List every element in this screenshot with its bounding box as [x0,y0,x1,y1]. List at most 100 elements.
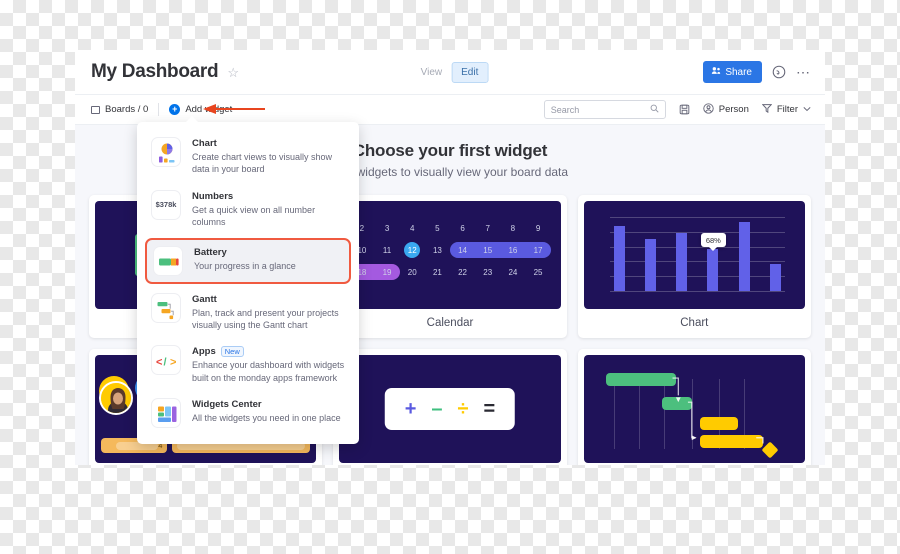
menu-item-widgets-center[interactable]: Widgets Center All the widgets you need … [137,391,359,435]
chart-bar [613,225,625,291]
calendar-day: 11 [382,245,392,255]
menu-item-desc: Your progress in a glance [194,260,296,271]
menu-text-group: Apps New Enhance your dashboard with wid… [192,345,345,384]
calendar-day: 23 [483,267,493,277]
svg-text:/: / [164,357,167,369]
menu-item-title: Widgets Center [192,399,341,410]
filter-funnel-icon [761,103,773,116]
avatar [99,381,133,415]
menu-text-group: Chart Create chart views to visually sho… [192,137,345,176]
share-button[interactable]: Share [703,61,762,83]
numbers-icon-text: $378k [155,200,177,210]
add-widget-dropdown[interactable]: Chart Create chart views to visually sho… [137,115,359,445]
widget-card-label: Chart [680,317,709,329]
header-actions: Share ⋯ [703,61,811,83]
chart-tooltip: 68% [700,233,726,248]
share-label: Share [725,66,752,78]
widget-card-chart[interactable]: 68% Chart [577,195,811,338]
widgets-center-icon [151,398,181,429]
add-widget-label: Add widget [185,104,233,115]
chat-bubble-icon[interactable] [772,65,786,79]
calendar-day: 20 [407,267,417,277]
calendar-preview: 2 3 4 5 6 7 8 9 10 11 12 13 14 15 16 17 … [339,201,561,309]
filter-button[interactable]: Filter [761,103,811,116]
calendar-day-highlighted: 12 [400,242,425,258]
page-title: My Dashboard [91,61,219,82]
menu-text-group: Widgets Center All the widgets you need … [192,398,341,424]
toolbar-divider [158,103,160,116]
widget-card-label: Workload [89,463,322,465]
widget-card-label: Calendar [426,317,474,329]
calendar-day: 6 [460,223,465,233]
menu-item-title: Apps New [192,346,345,358]
toolbar-right-group: Search Person Filter [543,100,811,119]
share-people-icon [711,66,721,78]
calendar-day: 17 [533,245,543,255]
menu-item-desc: Create chart views to visually show data… [192,152,333,175]
menu-item-desc: Enhance your dashboard with widgets buil… [192,360,345,383]
menu-title-text: Gantt [192,293,217,305]
boards-selector[interactable]: Boards / 0 [91,104,148,115]
minus-icon: – [431,398,443,420]
plus-icon: + [404,398,417,420]
calendar-day: 19 [382,267,392,277]
widget-card-numbers[interactable]: + – ÷ = Numbers [333,349,567,465]
svg-text:>: > [170,357,176,369]
menu-title-text: Battery [194,246,227,258]
math-operators-box: + – ÷ = [384,388,516,430]
calendar-day: 5 [435,223,440,233]
star-outline-icon[interactable]: ☆ [227,66,239,79]
calendar-day: 22 [458,267,468,277]
search-input[interactable]: Search [543,100,666,119]
menu-item-title: Chart [192,138,345,149]
chart-bar [769,264,781,291]
gantt-preview [583,355,805,463]
chevron-down-icon [803,104,811,115]
calendar-day: 14 [458,245,468,255]
menu-item-chart[interactable]: Chart Create chart views to visually sho… [137,130,359,183]
menu-text-group: Gantt Plan, track and present your proje… [192,293,345,332]
menu-item-numbers[interactable]: $378k Numbers Get a quick view on all nu… [137,183,359,236]
save-icon[interactable] [679,104,690,115]
edit-mode-button[interactable]: Edit [451,61,489,83]
calendar-row: 18 19 20 21 22 23 24 25 [339,261,550,283]
calendar-day: 21 [432,267,442,277]
chart-plot-area: 68% [609,217,785,292]
chart-bar [738,222,750,291]
calendar-row: 10 11 12 13 14 15 16 17 [349,239,551,261]
widget-card-label: Gantt [578,463,811,465]
filter-label: Filter [776,104,798,115]
search-placeholder: Search [550,104,580,115]
menu-title-text: Numbers [192,190,234,202]
view-mode-button[interactable]: View [411,61,452,83]
widget-card-calendar[interactable]: 2 3 4 5 6 7 8 9 10 11 12 13 14 15 16 17 … [333,195,567,338]
numbers-preview: + – ÷ = [339,355,561,463]
battery-icon [153,245,183,276]
chart-bar [644,239,656,291]
widget-card-label: Numbers [333,463,566,465]
plus-circle-icon: + [169,104,181,115]
menu-item-battery[interactable]: Battery Your progress in a glance [145,237,351,284]
search-icon [650,104,659,115]
menu-title-text: Widgets Center [192,399,262,411]
chart-bar [707,248,719,291]
menu-item-gantt[interactable]: Gantt Plan, track and present your proje… [137,286,359,339]
dashboard-header: My Dashboard ☆ View Edit Share ⋯ [75,50,825,95]
view-edit-toggle[interactable]: View Edit [411,61,489,83]
person-filter-button[interactable]: Person [703,102,749,117]
calendar-day: 7 [485,223,490,233]
gantt-icon [151,292,181,323]
calendar-day: 24 [508,267,518,277]
divide-icon: ÷ [457,398,469,420]
menu-item-apps[interactable]: < / > Apps New Enhance your dashboard wi… [137,338,359,391]
new-badge: New [220,346,244,358]
board-icon [91,105,100,114]
menu-text-group: Battery Your progress in a glance [194,246,296,272]
menu-item-desc: Plan, track and present your projects vi… [192,307,339,331]
more-options-icon[interactable]: ⋯ [796,64,811,81]
calendar-grid: 2 3 4 5 6 7 8 9 10 11 12 13 14 15 16 17 … [339,201,560,309]
add-widget-button[interactable]: + Add widget [169,104,232,115]
svg-text:<: < [156,357,162,369]
calendar-day: 16 [508,245,518,255]
widget-card-gantt[interactable]: Gantt [577,349,811,465]
